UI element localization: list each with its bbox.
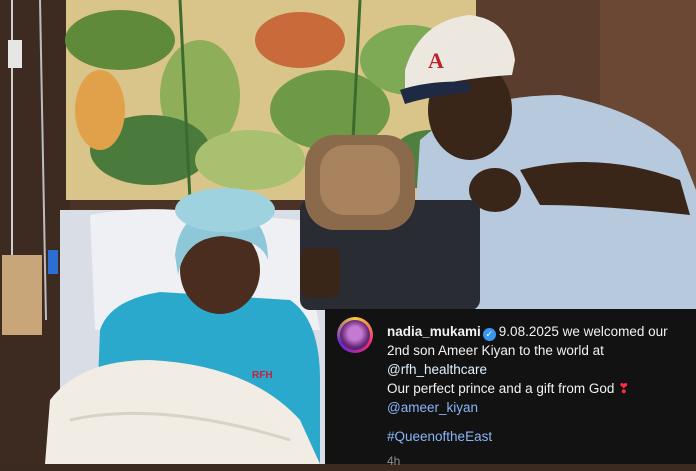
post-date: 9.08.2025: [498, 324, 559, 339]
heart-icon: ❣: [618, 381, 630, 396]
caption-text-1: we welcomed our: [562, 324, 668, 339]
mention-rfh-healthcare[interactable]: @rfh_healthcare: [387, 362, 487, 377]
mention-ameer-kiyan[interactable]: @ameer_kiyan: [387, 400, 478, 415]
caption-text-2: 2nd son Ameer Kiyan to the world at: [387, 343, 604, 358]
verified-badge-icon: ✓: [482, 328, 496, 341]
username[interactable]: nadia_mukami: [387, 324, 481, 339]
avatar-image: [340, 320, 370, 350]
gown-logo: RFH: [252, 370, 273, 381]
user-avatar[interactable]: [337, 317, 373, 353]
cap-logo: A: [428, 48, 444, 73]
instagram-caption-overlay: nadia_mukami ✓ 9.08.2025 we welcomed our 2…: [325, 309, 696, 468]
caption-text-3: Our perfect prince and a gift from God: [387, 381, 615, 396]
hashtag-queen-of-the-east[interactable]: #QueenoftheEast: [387, 429, 492, 444]
post-time: 4h: [387, 454, 401, 468]
